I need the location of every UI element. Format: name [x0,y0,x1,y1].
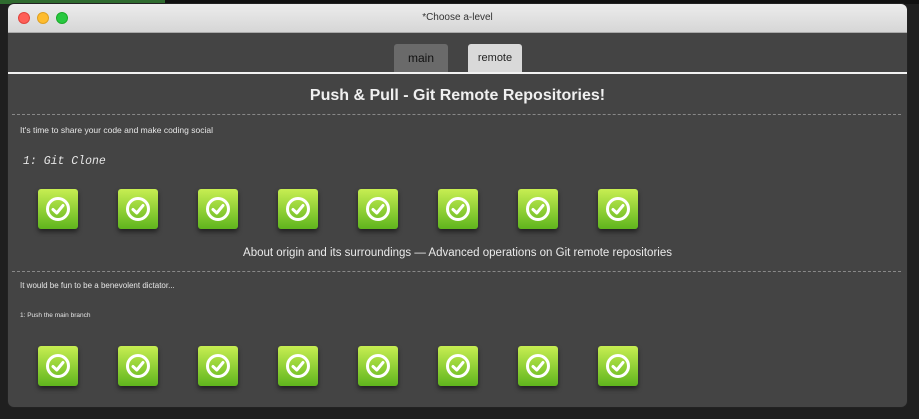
level-badge[interactable] [518,189,558,229]
window-title: *Choose a-level [422,12,493,23]
level-badge[interactable] [198,346,238,386]
section-divider [12,271,901,272]
level-chooser-window: *Choose a-level main remote Push & Pull … [8,4,907,407]
tab-remote[interactable]: remote [468,44,522,72]
tab-main[interactable]: main [394,44,448,72]
level-badge[interactable] [278,346,318,386]
level-badge-row [38,346,638,386]
level-badge[interactable] [438,346,478,386]
section-description: It would be fun to be a benevolent dicta… [20,281,175,290]
level-badge[interactable] [38,189,78,229]
section-heading-push-pull: Push & Pull - Git Remote Repositories! [309,87,606,104]
tab-underline [8,72,907,74]
level-badge[interactable] [118,189,158,229]
check-icon [366,354,390,378]
check-icon [126,197,150,221]
level-badge[interactable] [118,346,158,386]
level-badge[interactable] [358,189,398,229]
check-icon [46,197,70,221]
check-icon [126,354,150,378]
check-icon [286,354,310,378]
tab-bar: main remote [8,33,907,74]
level-badge[interactable] [198,189,238,229]
title-bar[interactable]: *Choose a-level [8,4,907,33]
level-badge[interactable] [278,189,318,229]
check-icon [446,197,470,221]
section-divider [12,114,901,115]
level-badge[interactable] [438,189,478,229]
level-badge[interactable] [358,346,398,386]
level-badge[interactable] [518,346,558,386]
check-icon [606,197,630,221]
section-description: It's time to share your code and make co… [20,125,213,135]
check-icon [46,354,70,378]
check-icon [366,197,390,221]
level-title-git-clone: 1: Git Clone [23,155,106,168]
check-icon [206,354,230,378]
check-icon [206,197,230,221]
level-badge[interactable] [598,346,638,386]
check-icon [526,197,550,221]
section-heading-origin: About origin and its surroundings — Adva… [243,247,672,259]
check-icon [526,354,550,378]
check-icon [286,197,310,221]
check-icon [606,354,630,378]
level-title-push-main: 1: Push the main branch [20,312,91,319]
level-badge[interactable] [598,189,638,229]
check-icon [446,354,470,378]
level-badge-row [38,189,638,229]
level-badge[interactable] [38,346,78,386]
